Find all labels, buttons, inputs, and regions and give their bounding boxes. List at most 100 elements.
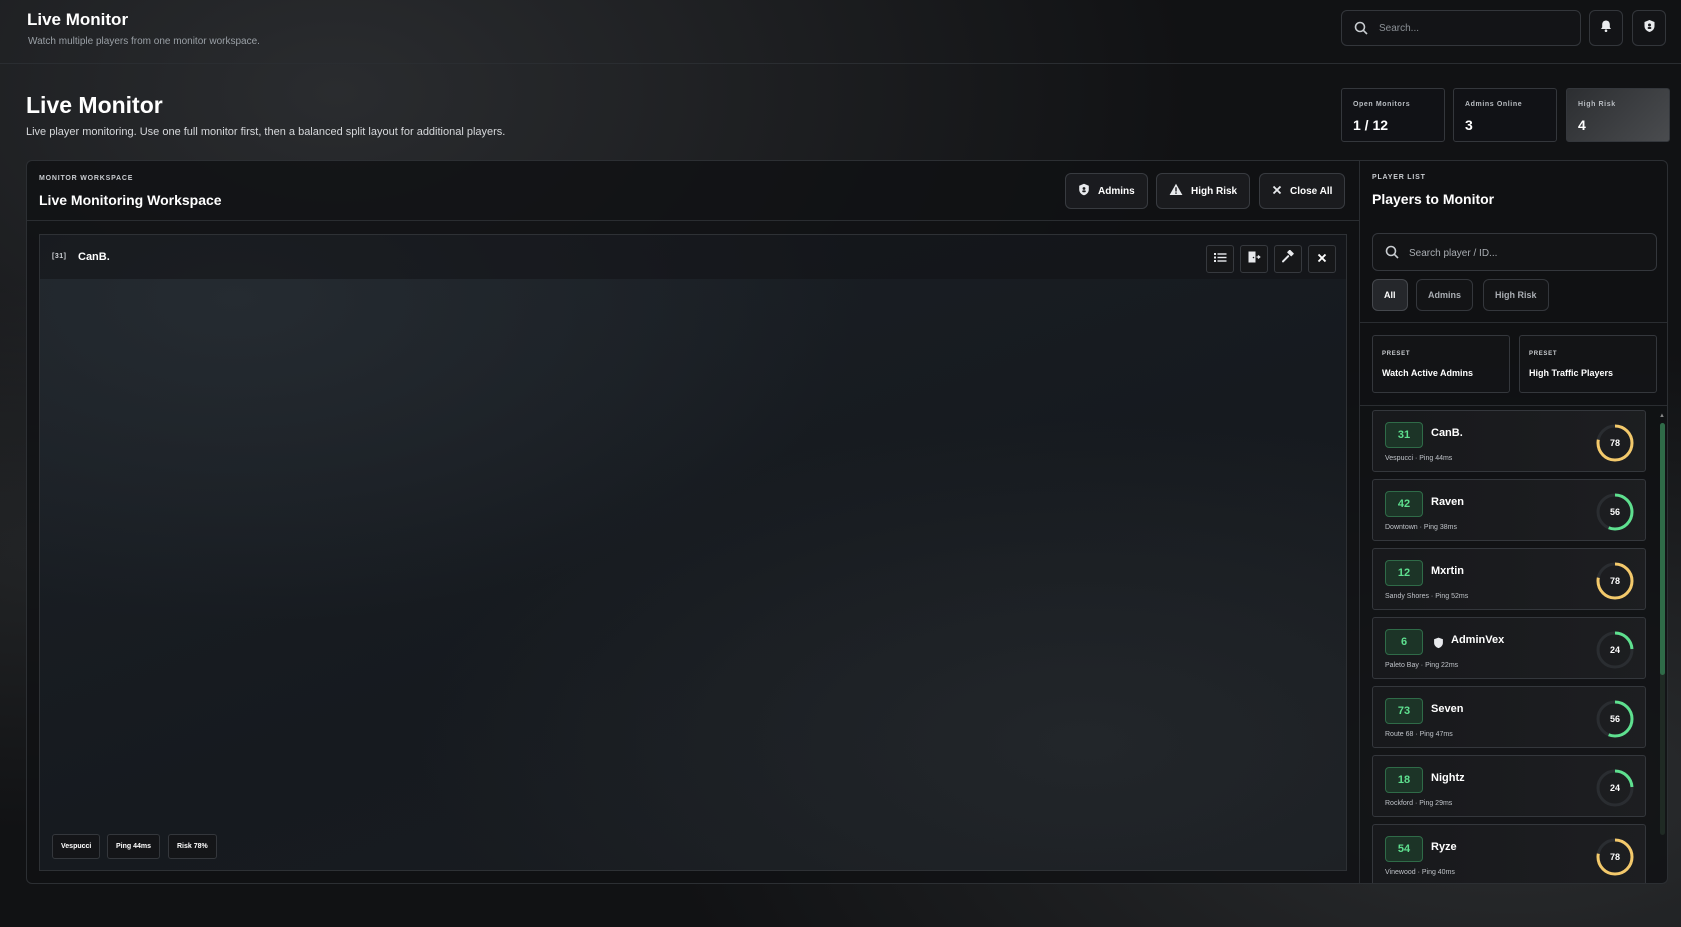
global-search-input[interactable]: Search...: [1341, 10, 1581, 46]
search-icon: [1385, 245, 1399, 264]
player-list-panel: PLAYER LIST Players to Monitor Search pl…: [1359, 161, 1667, 883]
stat-admins-online: Admins Online 3: [1453, 88, 1557, 142]
search-icon: [1354, 21, 1368, 40]
close-all-button[interactable]: Close All: [1259, 173, 1346, 209]
stat-label: Open Monitors: [1353, 101, 1411, 108]
player-id-badge: 73: [1385, 698, 1423, 724]
risk-gauge: 56: [1595, 492, 1635, 532]
player-row[interactable]: 54 Ryze Vinewood · Ping 40ms 78: [1372, 824, 1646, 883]
workspace-panel: MONITOR WORKSPACE Live Monitoring Worksp…: [26, 160, 1668, 884]
high-risk-button[interactable]: High Risk: [1156, 173, 1251, 209]
monitor-player-id: [31]: [52, 253, 67, 260]
warning-icon: [1169, 183, 1183, 199]
stat-value: 4: [1578, 117, 1586, 133]
notifications-button[interactable]: [1589, 10, 1623, 46]
risk-value: 78: [1609, 576, 1620, 586]
player-list-title: Players to Monitor: [1372, 191, 1495, 207]
close-monitor-button[interactable]: [1308, 245, 1336, 273]
top-bar: Live Monitor Watch multiple players from…: [0, 0, 1681, 64]
preset-name: High Traffic Players: [1529, 368, 1614, 378]
admins-button[interactable]: Admins: [1065, 173, 1148, 209]
risk-gauge: 24: [1595, 630, 1635, 670]
risk-gauge: 56: [1595, 699, 1635, 739]
workspace-kicker: MONITOR WORKSPACE: [39, 175, 134, 182]
player-name: AdminVex: [1451, 634, 1505, 646]
player-row[interactable]: 18 Nightz Rockford · Ping 29ms 24: [1372, 755, 1646, 817]
hammer-icon: [1281, 249, 1295, 269]
player-name: Ryze: [1431, 841, 1457, 853]
player-name: Seven: [1431, 703, 1464, 715]
player-meta: Sandy Shores · Ping 52ms: [1385, 593, 1469, 600]
door-icon: [1247, 250, 1261, 269]
close-icon: [1317, 250, 1327, 268]
risk-value: 78: [1609, 438, 1620, 448]
risk-gauge: 24: [1595, 768, 1635, 808]
stat-label: Admins Online: [1465, 101, 1523, 108]
player-id-badge: 6: [1385, 629, 1423, 655]
filter-high-risk[interactable]: High Risk: [1483, 279, 1549, 311]
stat-value: 1 / 12: [1353, 117, 1389, 133]
player-list: 31 CanB. Vespucci · Ping 44ms 78 42 Raven Down…: [1360, 410, 1667, 883]
risk-tag: Risk 78%: [168, 834, 217, 859]
filter-admins[interactable]: Admins: [1416, 279, 1474, 311]
player-search-placeholder: Search player / ID...: [1409, 248, 1498, 259]
player-id-badge: 31: [1385, 422, 1423, 448]
preset-high-traffic-players[interactable]: PRESET High Traffic Players: [1519, 335, 1657, 393]
player-list-kicker: PLAYER LIST: [1372, 174, 1426, 181]
list-icon: [1213, 250, 1227, 268]
scrollbar-thumb[interactable]: [1660, 423, 1665, 675]
close-icon: [1272, 185, 1282, 198]
player-meta: Route 68 · Ping 47ms: [1385, 731, 1453, 738]
player-name: Mxrtin: [1431, 565, 1464, 577]
scroll-up-arrow[interactable]: ▲: [1659, 413, 1665, 419]
stat-high-risk: High Risk 4: [1566, 88, 1670, 142]
preset-kicker: PRESET: [1529, 351, 1558, 357]
player-row[interactable]: 6 AdminVex Paleto Bay · Ping 22ms 24: [1372, 617, 1646, 679]
high-risk-button-label: High Risk: [1191, 185, 1238, 197]
ping-tag: Ping 44ms: [107, 834, 161, 859]
monitor-player-name: CanB.: [78, 251, 110, 263]
page-description: Live player monitoring. Use one full mon…: [26, 126, 506, 138]
risk-value: 56: [1609, 714, 1620, 724]
risk-value: 56: [1609, 507, 1620, 517]
risk-value: 24: [1609, 783, 1620, 793]
player-search-input[interactable]: Search player / ID...: [1372, 233, 1657, 271]
stat-label: High Risk: [1578, 101, 1616, 108]
workspace-header: MONITOR WORKSPACE Live Monitoring Worksp…: [27, 161, 1359, 221]
player-row[interactable]: 42 Raven Downtown · Ping 38ms 56: [1372, 479, 1646, 541]
risk-gauge: 78: [1595, 423, 1635, 463]
divider: [1360, 322, 1667, 323]
player-meta: Rockford · Ping 29ms: [1385, 800, 1453, 807]
preset-kicker: PRESET: [1382, 351, 1411, 357]
player-info-button[interactable]: [1206, 245, 1234, 273]
player-row[interactable]: 31 CanB. Vespucci · Ping 44ms 78: [1372, 410, 1646, 472]
page-title: Live Monitor: [26, 92, 163, 118]
risk-gauge: 78: [1595, 561, 1635, 601]
app-title: Live Monitor: [27, 10, 129, 29]
player-id-badge: 12: [1385, 560, 1423, 586]
player-name: CanB.: [1431, 427, 1463, 439]
stat-value: 3: [1465, 117, 1473, 133]
player-id-badge: 18: [1385, 767, 1423, 793]
player-meta: Vinewood · Ping 40ms: [1385, 869, 1455, 876]
kick-player-button[interactable]: [1240, 245, 1268, 273]
filter-all[interactable]: All: [1372, 279, 1408, 311]
admin-shield-button[interactable]: [1632, 10, 1666, 46]
player-row[interactable]: 73 Seven Route 68 · Ping 47ms 56: [1372, 686, 1646, 748]
location-tag: Vespucci: [52, 834, 101, 859]
ban-player-button[interactable]: [1274, 245, 1302, 273]
player-list-scrollbar[interactable]: [1660, 423, 1665, 835]
divider: [1360, 405, 1667, 406]
player-id-badge: 54: [1385, 836, 1423, 862]
player-id-badge: 42: [1385, 491, 1423, 517]
bell-icon: [1599, 19, 1613, 38]
preset-watch-active-admins[interactable]: PRESET Watch Active Admins: [1372, 335, 1510, 393]
player-row[interactable]: 12 Mxrtin Sandy Shores · Ping 52ms 78: [1372, 548, 1646, 610]
shield-icon: [1078, 183, 1090, 199]
monitor-tile[interactable]: [31] CanB. Vespucci Ping 44ms Risk 78%: [39, 234, 1347, 871]
preset-name: Watch Active Admins: [1382, 368, 1474, 378]
search-placeholder: Search...: [1379, 23, 1420, 34]
player-meta: Vespucci · Ping 44ms: [1385, 455, 1453, 462]
shield-icon: [1643, 19, 1656, 38]
close-all-button-label: Close All: [1290, 185, 1333, 197]
